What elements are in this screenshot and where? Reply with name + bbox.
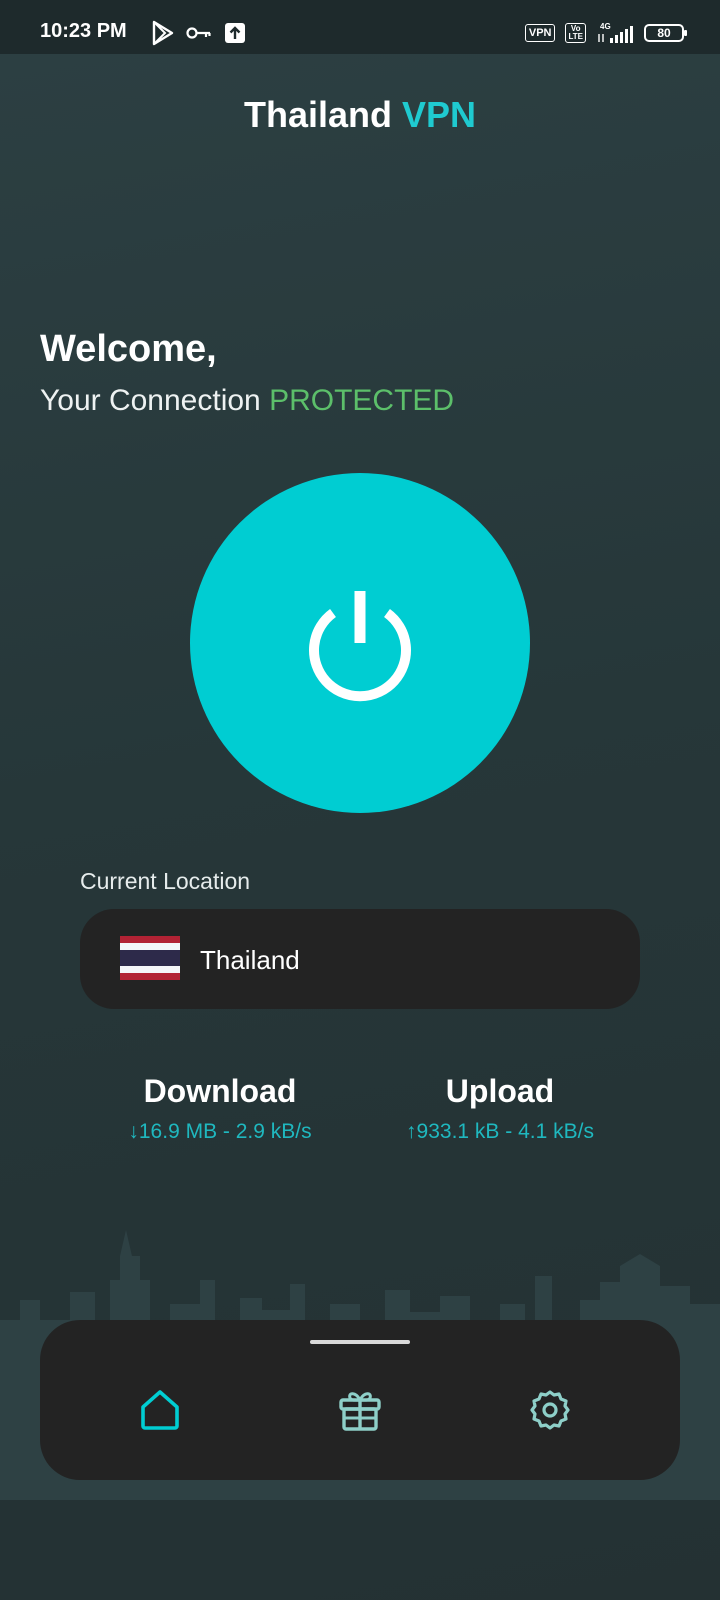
power-icon [309, 591, 411, 702]
status-bar: 10:23 PM VPN Vo LTE 4G 80 [0, 0, 720, 54]
upload-icon [225, 23, 245, 43]
settings-icon [530, 1390, 570, 1430]
drag-handle[interactable] [310, 1340, 410, 1344]
nav-settings[interactable] [526, 1386, 574, 1434]
power-connect-button[interactable] [190, 473, 530, 813]
app-title: Thailand VPN [0, 94, 720, 136]
welcome-heading: Welcome, [40, 328, 217, 370]
bottom-navigation-bar [40, 1320, 680, 1480]
play-store-icon [152, 20, 174, 46]
upload-value: ↑933.1 kB - 4.1 kB/s [406, 1120, 594, 1143]
app-title-main: Thailand [243, 94, 392, 135]
connection-status-line: Your Connection PROTECTED [40, 384, 454, 418]
nav-gift[interactable] [336, 1386, 384, 1434]
upload-label: Upload [445, 1073, 555, 1109]
current-location-label: Current Location [80, 868, 251, 894]
status-time: 10:23 PM [40, 20, 127, 42]
gift-icon [339, 1392, 381, 1431]
nav-home[interactable] [136, 1386, 184, 1434]
download-label: Download [143, 1073, 297, 1109]
connection-status: PROTECTED [269, 384, 455, 417]
download-value: ↓16.9 MB - 2.9 kB/s [128, 1120, 312, 1143]
home-icon [141, 1390, 179, 1430]
thailand-flag-icon [120, 936, 180, 980]
volte-badge: Vo LTE [565, 23, 586, 43]
signal-strength-icon: 4G [598, 22, 633, 43]
network-type-label: 4G [600, 22, 611, 31]
location-selector[interactable]: Thailand [80, 909, 640, 1009]
vpn-status-badge: VPN [524, 24, 556, 42]
app-title-accent: VPN [402, 94, 477, 135]
download-stat: Download ↓16.9 MB - 2.9 kB/s [80, 1073, 360, 1144]
battery-indicator: 80 [644, 24, 687, 42]
location-country-name: Thailand [200, 945, 300, 975]
upload-stat: Upload ↑933.1 kB - 4.1 kB/s [360, 1073, 640, 1144]
connection-prefix: Your Connection [40, 384, 261, 417]
vpn-key-icon [186, 27, 211, 39]
